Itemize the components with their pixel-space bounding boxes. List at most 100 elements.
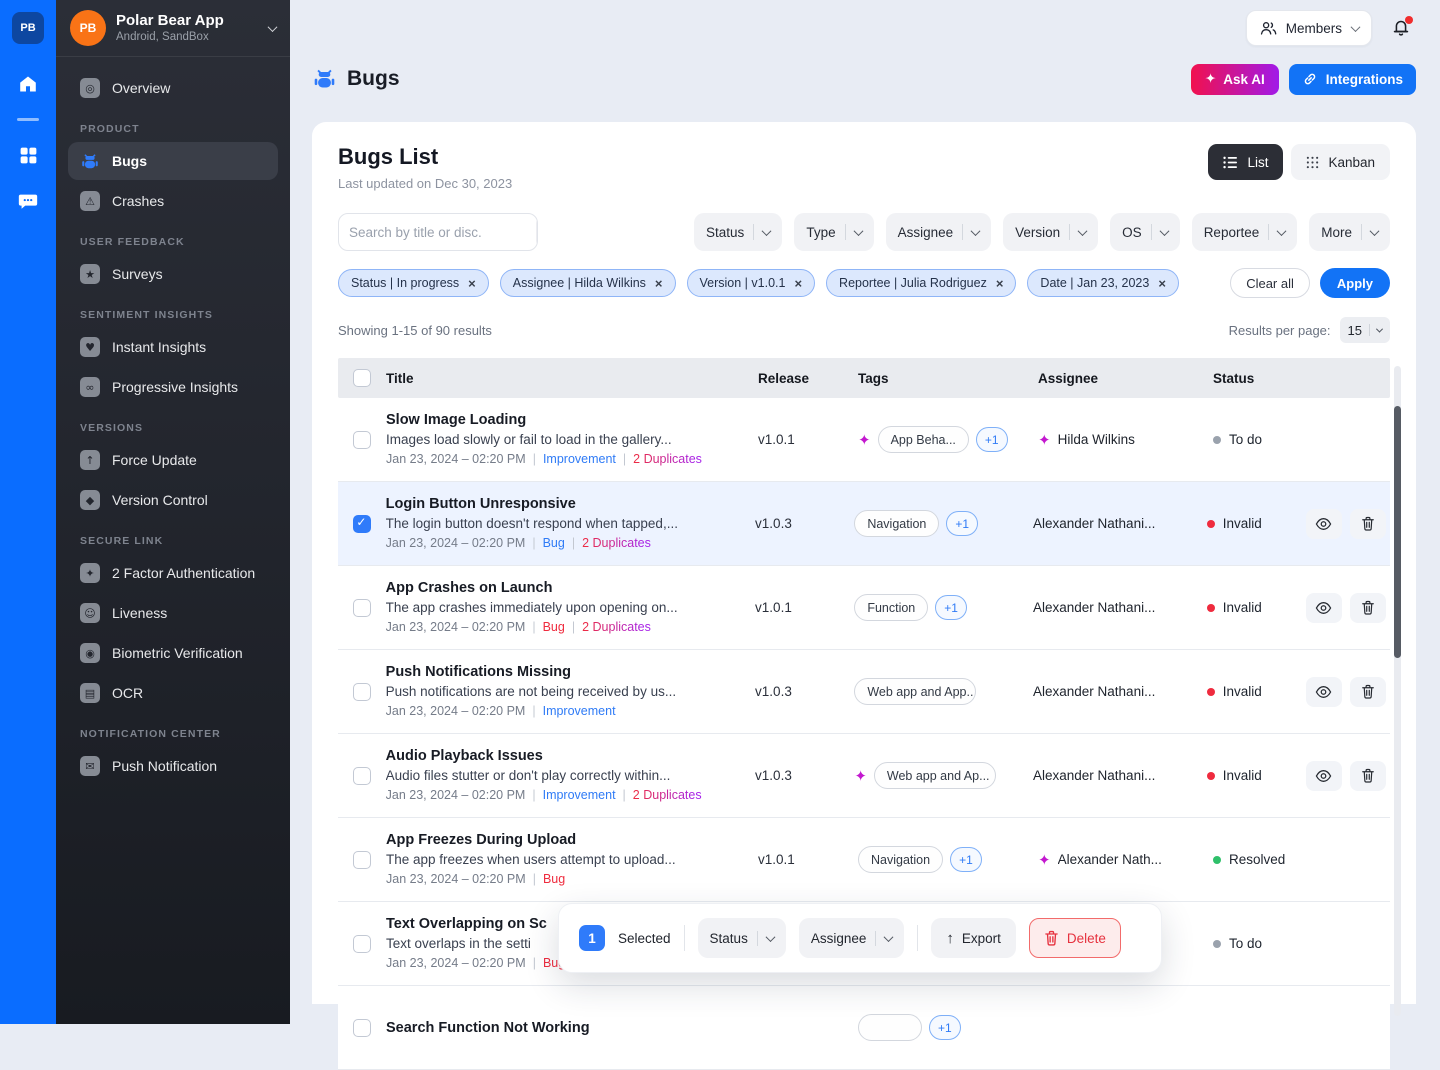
sidebar-item-bugs[interactable]: Bugs [68, 142, 278, 180]
delete-button[interactable]: Delete [1029, 918, 1121, 958]
results-per-page-select[interactable]: 15 [1340, 317, 1390, 343]
divider: | [572, 536, 575, 550]
divider: | [532, 788, 535, 802]
sidebar-item-progressive-insights[interactable]: ∞Progressive Insights [68, 368, 278, 406]
table-row[interactable]: App Crashes on LaunchThe app crashes imm… [338, 566, 1390, 650]
more-tags-badge[interactable]: +1 [935, 595, 967, 620]
sidebar-item-label: OCR [112, 685, 143, 701]
delete-row-button[interactable] [1350, 509, 1386, 539]
tag-pill[interactable]: Navigation [854, 510, 939, 537]
chip-remove-icon[interactable]: × [655, 277, 663, 290]
table-row[interactable]: Login Button UnresponsiveThe login butto… [338, 482, 1390, 566]
bug-duplicates: 2 Duplicates [633, 788, 702, 802]
more-tags-badge[interactable]: +1 [950, 847, 982, 872]
more-tags-badge[interactable]: +1 [929, 1015, 961, 1040]
workspace-switcher[interactable]: PB Polar Bear App Android, SandBox [56, 0, 290, 57]
table-row[interactable]: Slow Image LoadingImages load slowly or … [338, 398, 1390, 482]
sidebar-item-instant-insights[interactable]: ♥Instant Insights [68, 328, 278, 366]
view-button[interactable] [1306, 593, 1342, 623]
filter-dropdown-type[interactable]: Type [794, 213, 873, 251]
chat-icon[interactable] [16, 189, 40, 213]
sidebar-item-overview[interactable]: ◎Overview [68, 69, 278, 107]
delete-row-button[interactable] [1350, 593, 1386, 623]
filter-dropdown-status[interactable]: Status [694, 213, 782, 251]
view-list-button[interactable]: List [1208, 144, 1283, 180]
search-input[interactable] [339, 225, 536, 240]
sidebar-item-2-factor-authentication[interactable]: ✦2 Factor Authentication [68, 554, 278, 592]
row-checkbox[interactable] [353, 683, 371, 701]
workspace-logo[interactable]: PB [12, 12, 44, 44]
clear-all-button[interactable]: Clear all [1230, 268, 1310, 298]
row-checkbox[interactable] [353, 767, 371, 785]
apps-grid-icon[interactable] [16, 143, 40, 167]
chip-remove-icon[interactable]: × [996, 277, 1004, 290]
bug-date: Jan 23, 2024 – 02:20 PM [386, 536, 526, 550]
row-checkbox[interactable] [353, 515, 371, 533]
more-tags-badge[interactable]: +1 [946, 511, 978, 536]
home-icon[interactable] [16, 72, 40, 96]
delete-row-button[interactable] [1350, 761, 1386, 791]
sidebar-item-liveness[interactable]: ☺Liveness [68, 594, 278, 632]
search-button[interactable] [536, 216, 538, 248]
table-row[interactable]: Audio Playback IssuesAudio files stutter… [338, 734, 1390, 818]
sidebar-item-push-notification[interactable]: ✉Push Notification [68, 747, 278, 785]
row-assignee-cell: Alexander Nathani... [1033, 768, 1207, 783]
row-checkbox[interactable] [353, 431, 371, 449]
row-title-cell: Login Button UnresponsiveThe login butto… [386, 494, 755, 553]
sidebar-item-label: Crashes [112, 193, 164, 209]
row-checkbox[interactable] [353, 599, 371, 617]
chip-remove-icon[interactable]: × [1158, 277, 1166, 290]
apply-button[interactable]: Apply [1320, 268, 1390, 298]
tag-pill[interactable]: Web app and Ap... [874, 762, 996, 789]
bulk-action-bar: 1 Selected Status Assignee ↑ Export Dele… [558, 903, 1162, 973]
row-status-cell: Resolved [1213, 852, 1313, 867]
view-button[interactable] [1306, 677, 1342, 707]
notifications-bell[interactable] [1390, 16, 1414, 40]
scrollbar-thumb[interactable] [1394, 406, 1401, 658]
filter-chips: Status | In progress×Assignee | Hilda Wi… [338, 269, 1179, 297]
sidebar-item-ocr[interactable]: ▤OCR [68, 674, 278, 712]
chip-remove-icon[interactable]: × [468, 277, 476, 290]
chip-remove-icon[interactable]: × [794, 277, 802, 290]
tag-pill[interactable]: Web app and App... [854, 678, 976, 705]
sidebar-item-crashes[interactable]: ⚠Crashes [68, 182, 278, 220]
table-row[interactable]: Search Function Not Working+1 [338, 986, 1390, 1070]
surveys-icon: ★ [80, 264, 100, 284]
view-kanban-button[interactable]: Kanban [1291, 144, 1390, 180]
view-button[interactable] [1306, 761, 1342, 791]
sidebar-item-surveys[interactable]: ★Surveys [68, 255, 278, 293]
status-dot [1207, 604, 1215, 612]
delete-row-button[interactable] [1350, 677, 1386, 707]
tag-pill[interactable]: Navigation [858, 846, 943, 873]
tag-pill[interactable] [858, 1014, 922, 1041]
ask-ai-label: Ask AI [1223, 72, 1265, 87]
row-checkbox[interactable] [353, 935, 371, 953]
bug-title: Login Button Unresponsive [386, 494, 741, 514]
bulk-status-dropdown[interactable]: Status [698, 918, 786, 958]
export-button[interactable]: ↑ Export [931, 918, 1016, 958]
results-per-page-label: Results per page: [1229, 323, 1331, 338]
filter-dropdown-version[interactable]: Version [1003, 213, 1098, 251]
bulk-assignee-label: Assignee [811, 931, 867, 946]
filter-dropdown-reportee[interactable]: Reportee [1192, 213, 1298, 251]
tag-pill[interactable]: App Beha... [878, 426, 969, 453]
row-checkbox[interactable] [353, 1019, 371, 1037]
filter-dropdown-os[interactable]: OS [1110, 213, 1180, 251]
more-tags-badge[interactable]: +1 [976, 427, 1008, 452]
notification-dot [1405, 16, 1413, 24]
select-all-checkbox[interactable] [353, 369, 371, 387]
tag-pill[interactable]: Function [854, 594, 928, 621]
sidebar-item-force-update[interactable]: ↑Force Update [68, 441, 278, 479]
table-row[interactable]: Push Notifications MissingPush notificat… [338, 650, 1390, 734]
ask-ai-button[interactable]: ✦ Ask AI [1191, 64, 1279, 95]
filter-dropdown-more[interactable]: More [1309, 213, 1390, 251]
members-button[interactable]: Members [1246, 10, 1372, 46]
sidebar-item-biometric-verification[interactable]: ◉Biometric Verification [68, 634, 278, 672]
table-row[interactable]: App Freezes During UploadThe app freezes… [338, 818, 1390, 902]
integrations-button[interactable]: Integrations [1289, 64, 1416, 95]
view-button[interactable] [1306, 509, 1342, 539]
row-checkbox[interactable] [353, 851, 371, 869]
bulk-assignee-dropdown[interactable]: Assignee [799, 918, 905, 958]
filter-dropdown-assignee[interactable]: Assignee [886, 213, 992, 251]
sidebar-item-version-control[interactable]: ◆Version Control [68, 481, 278, 519]
